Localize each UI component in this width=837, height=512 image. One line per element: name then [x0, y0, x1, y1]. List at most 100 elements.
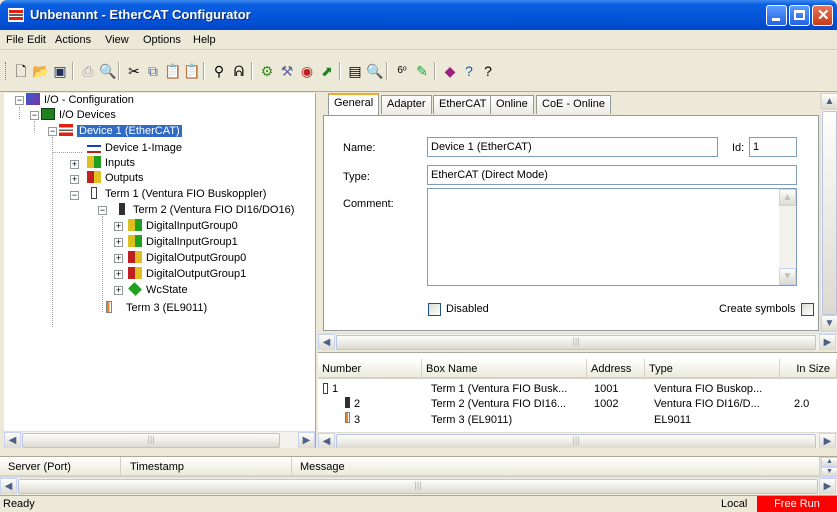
tree-item-io-devices[interactable]: I/O Devices — [41, 108, 116, 123]
scan-devices-icon[interactable]: ⚙ — [259, 63, 275, 79]
name-field[interactable]: Device 1 (EtherCAT) — [427, 137, 718, 157]
id-field[interactable]: 1 — [749, 137, 797, 157]
zoom-icon[interactable]: 🔍 — [366, 63, 383, 79]
tab-general[interactable]: General — [328, 93, 380, 115]
activate-config-icon[interactable]: ◉ — [299, 63, 315, 79]
column-header-server-port[interactable]: Server (Port) — [0, 457, 121, 477]
paste-special-icon[interactable]: 📋 — [183, 63, 200, 79]
tree-item-io-configuration[interactable]: I/O - Configuration — [26, 93, 134, 108]
scroll-up-icon[interactable]: ▲ — [821, 457, 837, 467]
tab-adapter[interactable]: Adapter — [381, 95, 432, 114]
menu-actions[interactable]: Actions — [55, 34, 91, 46]
expand-digoutput0-toggle[interactable]: + — [114, 254, 123, 263]
tools-icon[interactable]: ⚒ — [279, 63, 295, 79]
expand-inputs-toggle[interactable]: + — [70, 160, 79, 169]
goggles-icon[interactable]: 6ᵒ — [394, 63, 410, 79]
tab-online[interactable]: Online — [490, 95, 534, 114]
scroll-down-icon[interactable]: ▼ — [821, 467, 837, 477]
scroll-thumb[interactable]: ||| — [18, 479, 818, 494]
comment-scrollbar[interactable]: ▲ ▼ — [779, 189, 796, 285]
tab-ethercat[interactable]: EtherCAT — [433, 95, 493, 114]
tree-item-inputs[interactable]: Inputs — [87, 156, 135, 171]
menu-view[interactable]: View — [105, 34, 129, 46]
tree-item-outputs[interactable]: Outputs — [87, 171, 144, 186]
expand-outputs-toggle[interactable]: + — [70, 175, 79, 184]
scroll-up-icon[interactable]: ▲ — [779, 189, 796, 206]
scroll-left-icon[interactable]: ◀ — [0, 478, 17, 494]
set-run-mode-icon[interactable]: ⬈ — [319, 63, 335, 79]
save-icon[interactable]: ▣ — [52, 63, 68, 79]
paste-icon[interactable]: 📋 — [164, 63, 181, 79]
scroll-down-icon[interactable]: ▼ — [821, 315, 837, 332]
tree-item-wcstate[interactable]: WcState — [128, 282, 188, 298]
column-header-box-name[interactable]: Box Name — [422, 359, 587, 379]
horizontal-splitter[interactable] — [0, 448, 837, 457]
menu-help[interactable]: Help — [193, 34, 216, 46]
scroll-thumb[interactable]: ||| — [336, 335, 816, 350]
menu-edit[interactable]: Edit — [27, 34, 46, 46]
tree-item-diginput0[interactable]: DigitalInputGroup0 — [128, 219, 238, 234]
scroll-right-icon[interactable]: ▶ — [819, 478, 836, 494]
create-symbols-checkbox[interactable] — [801, 303, 814, 316]
collapse-device1-toggle[interactable]: − — [48, 127, 57, 136]
scroll-left-icon[interactable]: ◀ — [4, 432, 21, 448]
device-list-horizontal-scrollbar[interactable]: ◀ ||| ▶ — [318, 432, 837, 448]
column-header-timestamp[interactable]: Timestamp — [121, 457, 292, 477]
tree-item-term3[interactable]: Term 3 (EL9011) — [102, 301, 207, 316]
tree-item-term2[interactable]: Term 2 (Ventura FIO DI16/DO16) — [115, 203, 294, 218]
expand-diginput0-toggle[interactable]: + — [114, 222, 123, 231]
expand-diginput1-toggle[interactable]: + — [114, 238, 123, 247]
column-header-address[interactable]: Address — [587, 359, 645, 379]
log-horizontal-scrollbar[interactable]: ◀ ||| ▶ — [0, 477, 837, 494]
comment-textarea[interactable]: ▲ ▼ — [427, 188, 797, 286]
tree-item-diginput1[interactable]: DigitalInputGroup1 — [128, 235, 238, 250]
collapse-io-devices-toggle[interactable]: − — [30, 111, 39, 120]
tree-item-device1-image[interactable]: Device 1-Image — [87, 141, 182, 156]
tree-item-term1[interactable]: Term 1 (Ventura FIO Buskoppler) — [87, 187, 266, 202]
print-icon[interactable]: ⎙ — [80, 63, 96, 79]
column-header-message[interactable]: Message — [292, 457, 820, 477]
scroll-left-icon[interactable]: ◀ — [318, 433, 335, 448]
tree-item-digoutput1[interactable]: DigitalOutputGroup1 — [128, 267, 246, 282]
cut-icon[interactable]: ✂ — [126, 63, 142, 79]
copy-icon[interactable]: ⧉ — [145, 63, 161, 79]
tab-coe-online[interactable]: CoE - Online — [536, 95, 611, 114]
collapse-term2-toggle[interactable]: − — [98, 206, 107, 215]
show-online-icon[interactable]: ▤ — [347, 63, 363, 79]
expand-digoutput1-toggle[interactable]: + — [114, 270, 123, 279]
scroll-right-icon[interactable]: ▶ — [819, 433, 836, 448]
find-icon[interactable]: ⚲ — [211, 63, 227, 79]
tree-item-digoutput0[interactable]: DigitalOutputGroup0 — [128, 251, 246, 266]
column-header-in-size[interactable]: In Size — [780, 359, 837, 379]
scroll-thumb[interactable]: ||| — [22, 433, 280, 448]
log-vertical-scrollbar[interactable]: ▲ ▼ — [820, 457, 837, 477]
properties-vertical-scrollbar[interactable]: ▲ ▼ — [820, 93, 837, 333]
new-file-icon[interactable]: 🗋 — [13, 63, 29, 79]
scroll-down-icon[interactable]: ▼ — [779, 268, 796, 285]
collapse-term1-toggle[interactable]: − — [70, 191, 79, 200]
column-header-type[interactable]: Type — [645, 359, 780, 379]
menu-options[interactable]: Options — [143, 34, 181, 46]
scroll-left-icon[interactable]: ◀ — [318, 334, 335, 350]
collapse-root-toggle[interactable]: − — [15, 96, 24, 105]
print-preview-icon[interactable]: 🔍 — [99, 63, 116, 79]
open-folder-icon[interactable]: 📂 — [32, 63, 49, 79]
expand-wcstate-toggle[interactable]: + — [114, 286, 123, 295]
tree-horizontal-scrollbar[interactable]: ◀ ||| ▶ — [4, 431, 315, 448]
properties-horizontal-scrollbar[interactable]: ◀ ||| ▶ — [318, 333, 837, 350]
help-topics-icon[interactable]: ? — [461, 63, 477, 79]
scroll-thumb[interactable]: ||| — [336, 434, 816, 448]
target-icon[interactable]: ✎ — [414, 63, 430, 79]
scroll-thumb[interactable] — [822, 111, 837, 315]
scroll-right-icon[interactable]: ▶ — [298, 432, 315, 448]
column-header-number[interactable]: Number — [318, 359, 422, 379]
minimize-button[interactable] — [766, 5, 787, 26]
tree-item-device1[interactable]: Device 1 (EtherCAT) — [59, 124, 182, 139]
close-button[interactable]: ✕ — [812, 5, 833, 26]
disabled-checkbox[interactable] — [428, 303, 441, 316]
menu-file[interactable]: File — [6, 34, 24, 46]
settings-icon[interactable]: ◆ — [442, 63, 458, 79]
maximize-button[interactable] — [789, 5, 810, 26]
scroll-right-icon[interactable]: ▶ — [819, 334, 836, 350]
context-help-icon[interactable]: ? — [480, 63, 496, 79]
